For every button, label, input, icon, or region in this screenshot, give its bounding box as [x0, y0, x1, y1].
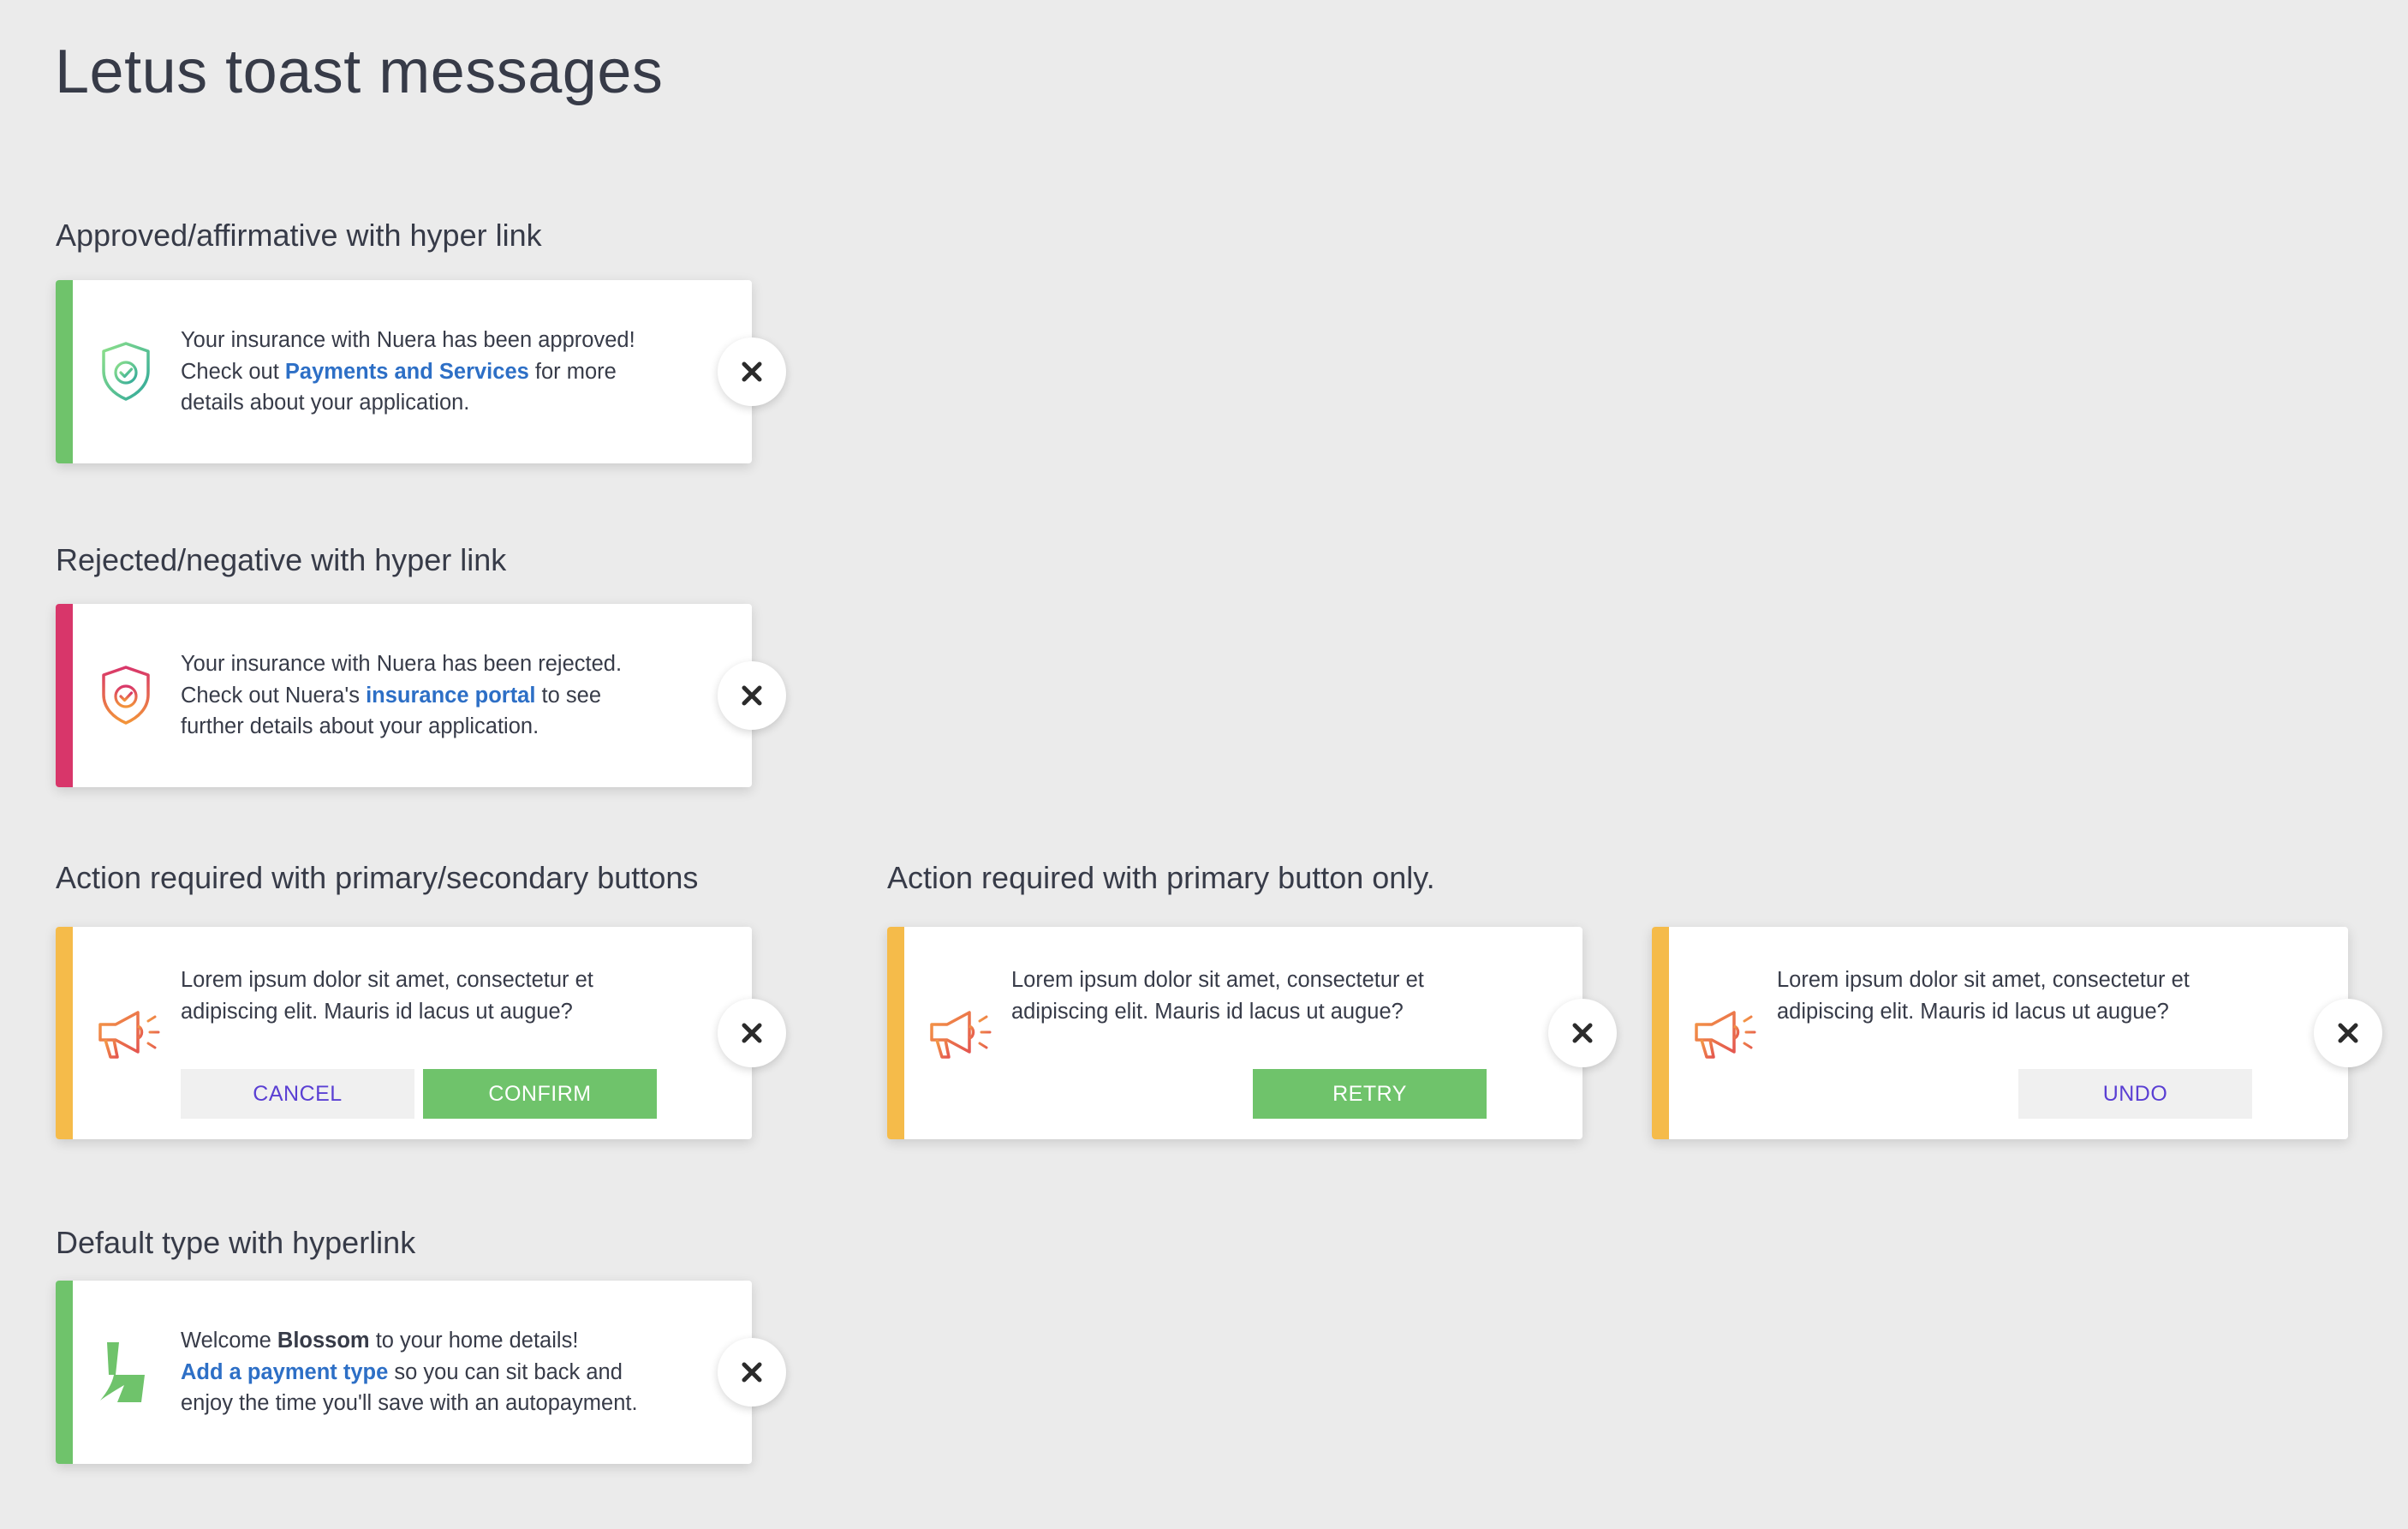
- shield-check-icon: [93, 662, 158, 727]
- button-row: CANCEL CONFIRM: [181, 1069, 657, 1119]
- section-title-default: Default type with hyperlink: [56, 1225, 416, 1260]
- undo-button[interactable]: UNDO: [2018, 1069, 2252, 1119]
- message-line: adipiscing elit. Mauris id lacus ut augu…: [181, 999, 573, 1024]
- message-line: adipiscing elit. Mauris id lacus ut augu…: [1777, 999, 2169, 1024]
- section-title-action-primary-only: Action required with primary button only…: [887, 860, 1435, 895]
- close-button[interactable]: [2314, 999, 2382, 1067]
- message-text: Welcome: [181, 1329, 277, 1353]
- close-icon: [1572, 1023, 1593, 1043]
- payments-and-services-link[interactable]: Payments and Services: [285, 360, 529, 384]
- status-stripe: [887, 927, 904, 1139]
- cancel-button[interactable]: CANCEL: [181, 1069, 414, 1119]
- status-stripe: [56, 280, 73, 463]
- megaphone-icon: [93, 1004, 162, 1064]
- message-line: Your insurance with Nuera has been rejec…: [181, 652, 623, 676]
- message-text: to see: [535, 683, 602, 708]
- toast-default: Welcome Blossom to your home details! Ad…: [56, 1281, 786, 1464]
- page-title: Letus toast messages: [55, 38, 664, 106]
- toast-message: Your insurance with Nuera has been rejec…: [181, 648, 658, 743]
- close-button[interactable]: [718, 661, 786, 730]
- close-icon: [742, 1023, 762, 1043]
- status-stripe: [1652, 927, 1669, 1139]
- message-line: Lorem ipsum dolor sit amet, consectetur …: [181, 968, 593, 992]
- close-button[interactable]: [1548, 999, 1617, 1067]
- section-title-action-two-buttons: Action required with primary/secondary b…: [56, 860, 699, 895]
- section-title-rejected: Rejected/negative with hyper link: [56, 542, 507, 577]
- close-icon: [2338, 1023, 2358, 1043]
- message-line: enjoy the time you'll save with an autop…: [181, 1391, 638, 1415]
- megaphone-icon: [1690, 1004, 1758, 1064]
- status-stripe: [56, 927, 73, 1139]
- message-text: Check out: [181, 359, 285, 384]
- add-payment-type-link[interactable]: Add a payment type: [181, 1360, 388, 1384]
- close-button[interactable]: [718, 337, 786, 406]
- message-line: Check out Payments and Services for more: [181, 356, 658, 388]
- user-name: Blossom: [277, 1329, 370, 1353]
- toast-action-two-buttons: Lorem ipsum dolor sit amet, consectetur …: [56, 927, 786, 1139]
- toast-message: Welcome Blossom to your home details! Ad…: [181, 1325, 658, 1419]
- close-button[interactable]: [718, 1338, 786, 1407]
- toast-rejected: Your insurance with Nuera has been rejec…: [56, 604, 786, 787]
- close-icon: [742, 1362, 762, 1383]
- confirm-button[interactable]: CONFIRM: [423, 1069, 657, 1119]
- shield-check-icon: [93, 338, 158, 403]
- message-text: so you can sit back and: [388, 1359, 623, 1384]
- letus-logo-icon: [95, 1341, 150, 1402]
- message-line: Check out Nuera's insurance portal to se…: [181, 680, 658, 712]
- toast-message: Lorem ipsum dolor sit amet, consectetur …: [181, 965, 658, 1027]
- message-line: Your insurance with Nuera has been appro…: [181, 328, 635, 352]
- toast-approved: Your insurance with Nuera has been appro…: [56, 280, 786, 463]
- section-title-approved: Approved/affirmative with hyper link: [56, 218, 542, 253]
- close-icon: [742, 361, 762, 382]
- retry-button[interactable]: RETRY: [1253, 1069, 1487, 1119]
- message-text: for more: [528, 359, 617, 384]
- toast-action-undo: Lorem ipsum dolor sit amet, consectetur …: [1652, 927, 2382, 1139]
- message-line: Add a payment type so you can sit back a…: [181, 1357, 658, 1389]
- message-text: to your home details!: [369, 1329, 579, 1353]
- message-line: Welcome Blossom to your home details!: [181, 1325, 658, 1357]
- close-icon: [742, 685, 762, 706]
- button-row: RETRY: [1253, 1069, 1487, 1119]
- status-stripe: [56, 1281, 73, 1464]
- message-line: details about your application.: [181, 391, 470, 415]
- toast-action-retry: Lorem ipsum dolor sit amet, consectetur …: [887, 927, 1617, 1139]
- status-stripe: [56, 604, 73, 787]
- message-text: Check out Nuera's: [181, 683, 367, 708]
- message-line: Lorem ipsum dolor sit amet, consectetur …: [1011, 968, 1424, 992]
- toast-message: Lorem ipsum dolor sit amet, consectetur …: [1011, 965, 1488, 1027]
- message-line: adipiscing elit. Mauris id lacus ut augu…: [1011, 999, 1404, 1024]
- button-row: UNDO: [2018, 1069, 2252, 1119]
- message-line: further details about your application.: [181, 714, 539, 738]
- close-button[interactable]: [718, 999, 786, 1067]
- insurance-portal-link[interactable]: insurance portal: [366, 684, 535, 708]
- toast-message: Lorem ipsum dolor sit amet, consectetur …: [1777, 965, 2254, 1027]
- message-line: Lorem ipsum dolor sit amet, consectetur …: [1777, 968, 2190, 992]
- toast-message: Your insurance with Nuera has been appro…: [181, 325, 658, 419]
- megaphone-icon: [925, 1004, 993, 1064]
